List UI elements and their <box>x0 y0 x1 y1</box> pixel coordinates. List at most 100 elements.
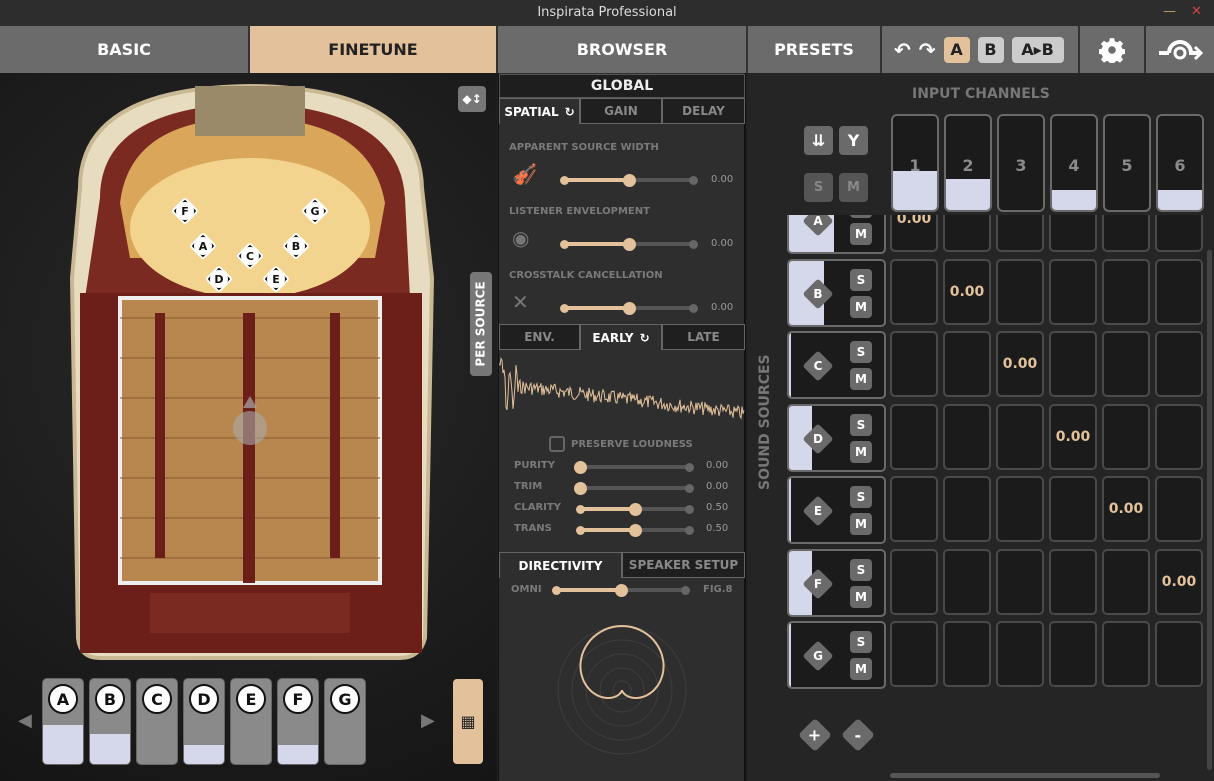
tab-basic[interactable]: BASIC <box>0 26 250 73</box>
matrix-cell[interactable] <box>996 403 1044 470</box>
horizontal-scrollbar[interactable] <box>890 773 1160 778</box>
solo-button[interactable]: S <box>850 341 872 363</box>
tab-late[interactable]: LATE <box>662 324 745 350</box>
source-tile-a[interactable]: A <box>42 678 84 765</box>
matrix-cell[interactable] <box>943 476 991 542</box>
directivity-slider[interactable] <box>552 583 690 597</box>
tab-spatial[interactable]: SPATIAL ↻ <box>499 98 580 124</box>
source-row-e[interactable]: E S M <box>787 476 886 544</box>
view-toggle-button[interactable]: ◆↕ <box>458 86 486 112</box>
matrix-cell[interactable] <box>1102 258 1150 325</box>
input-channel-5[interactable]: 5 <box>1103 114 1151 212</box>
close-button[interactable]: ✕ <box>1191 4 1202 19</box>
tab-gain[interactable]: GAIN <box>580 98 662 124</box>
scroll-left-arrow[interactable]: ◀ <box>18 710 32 731</box>
solo-button[interactable]: S <box>850 486 872 508</box>
solo-button[interactable]: S <box>850 268 872 291</box>
matrix-cell[interactable] <box>996 621 1044 687</box>
matrix-cell[interactable] <box>1102 621 1150 687</box>
source-tile-f[interactable]: F <box>277 678 319 765</box>
matrix-cell[interactable] <box>890 548 938 615</box>
matrix-cell[interactable] <box>1155 621 1203 687</box>
hall-source-e[interactable]: E <box>259 264 293 294</box>
mute-button[interactable]: M <box>850 223 872 245</box>
input-channel-4[interactable]: 4 <box>1050 114 1098 212</box>
mute-button[interactable]: M <box>850 368 872 390</box>
vertical-scrollbar[interactable] <box>1207 250 1212 770</box>
settings-button[interactable] <box>1080 26 1146 73</box>
matrix-cell[interactable] <box>996 258 1044 325</box>
source-row-g[interactable]: G S M <box>787 621 886 689</box>
matrix-cell[interactable]: 0.00 <box>943 258 991 325</box>
source-tile-c[interactable]: C <box>136 678 178 765</box>
matrix-cell[interactable]: 0.00 <box>1102 476 1150 542</box>
per-source-button[interactable]: PER SOURCE <box>470 272 492 376</box>
solo-all-button[interactable]: S <box>804 173 833 202</box>
matrix-cell[interactable]: 0.00 <box>996 331 1044 397</box>
solo-button[interactable]: S <box>850 413 872 436</box>
listener-envelopment-slider[interactable] <box>560 237 698 251</box>
input-channel-3[interactable]: 3 <box>997 114 1045 212</box>
preserve-loudness-checkbox[interactable]: PRESERVE LOUDNESS <box>549 436 693 452</box>
mute-button[interactable]: M <box>850 440 872 463</box>
matrix-cell[interactable] <box>1155 331 1203 397</box>
hall-source-g[interactable]: G <box>298 196 332 226</box>
tab-directivity[interactable]: DIRECTIVITY <box>499 552 622 578</box>
matrix-cell[interactable] <box>1049 476 1097 542</box>
hall-source-c[interactable]: C <box>233 241 267 271</box>
solo-button[interactable]: S <box>850 631 872 653</box>
copy-a-to-b-button[interactable]: A▸B <box>1011 36 1064 63</box>
source-row-d[interactable]: D S M <box>787 403 886 472</box>
input-channel-2[interactable]: 2 <box>944 114 992 212</box>
matrix-cell[interactable] <box>1155 258 1203 325</box>
matrix-cell[interactable] <box>1155 403 1203 470</box>
apparent-source-width-slider[interactable] <box>560 173 698 187</box>
hall-floorplan[interactable] <box>60 78 440 663</box>
matrix-cell[interactable] <box>943 403 991 470</box>
preset-a-button[interactable]: A <box>943 36 970 63</box>
mute-all-button[interactable]: M <box>839 173 868 202</box>
source-tile-g[interactable]: G <box>324 678 366 765</box>
matrix-cell[interactable] <box>1049 258 1097 325</box>
tab-speaker-setup[interactable]: SPEAKER SETUP <box>622 552 745 578</box>
matrix-cell[interactable] <box>890 258 938 325</box>
input-channel-6[interactable]: 6 <box>1156 114 1204 212</box>
matrix-cell[interactable] <box>1049 548 1097 615</box>
matrix-cell[interactable] <box>890 476 938 542</box>
undo-button[interactable]: ↶ <box>894 38 911 62</box>
mute-button[interactable]: M <box>850 585 872 608</box>
source-row-b[interactable]: B S M <box>787 258 886 327</box>
source-row-c[interactable]: C S M <box>787 331 886 399</box>
matrix-cell[interactable] <box>943 331 991 397</box>
matrix-cell[interactable] <box>1049 621 1097 687</box>
input-channel-1[interactable]: 1 <box>891 114 939 212</box>
matrix-cell[interactable] <box>1049 331 1097 397</box>
tab-delay[interactable]: DELAY <box>662 98 745 124</box>
matrix-cell[interactable] <box>1102 548 1150 615</box>
matrix-cell[interactable] <box>996 548 1044 615</box>
minimize-button[interactable]: — <box>1163 4 1176 19</box>
redo-button[interactable]: ↷ <box>919 38 936 62</box>
purity-slider[interactable] <box>574 460 694 474</box>
mute-button[interactable]: M <box>850 658 872 680</box>
matrix-cell[interactable] <box>996 476 1044 542</box>
hall-source-a[interactable]: A <box>186 231 220 261</box>
matrix-cell[interactable] <box>890 621 938 687</box>
source-tile-b[interactable]: B <box>89 678 131 765</box>
scroll-right-arrow[interactable]: ▶ <box>421 710 435 731</box>
distribute-button[interactable]: ⇊ <box>804 126 833 155</box>
matrix-cell[interactable] <box>943 548 991 615</box>
tab-finetune[interactable]: FINETUNE <box>250 26 498 73</box>
trans-slider[interactable] <box>576 523 694 537</box>
matrix-cell[interactable] <box>1155 476 1203 542</box>
mute-button[interactable]: M <box>850 513 872 535</box>
preset-b-button[interactable]: B <box>977 36 1004 63</box>
matrix-view-button[interactable]: ▦ <box>453 679 483 764</box>
source-row-f[interactable]: F S M <box>787 548 886 617</box>
source-tile-e[interactable]: E <box>230 678 272 765</box>
crosstalk-cancellation-slider[interactable] <box>560 301 698 315</box>
bypass-button[interactable] <box>1146 26 1214 73</box>
mute-button[interactable]: M <box>850 295 872 318</box>
matrix-cell[interactable] <box>943 621 991 687</box>
trim-slider[interactable] <box>574 481 694 495</box>
